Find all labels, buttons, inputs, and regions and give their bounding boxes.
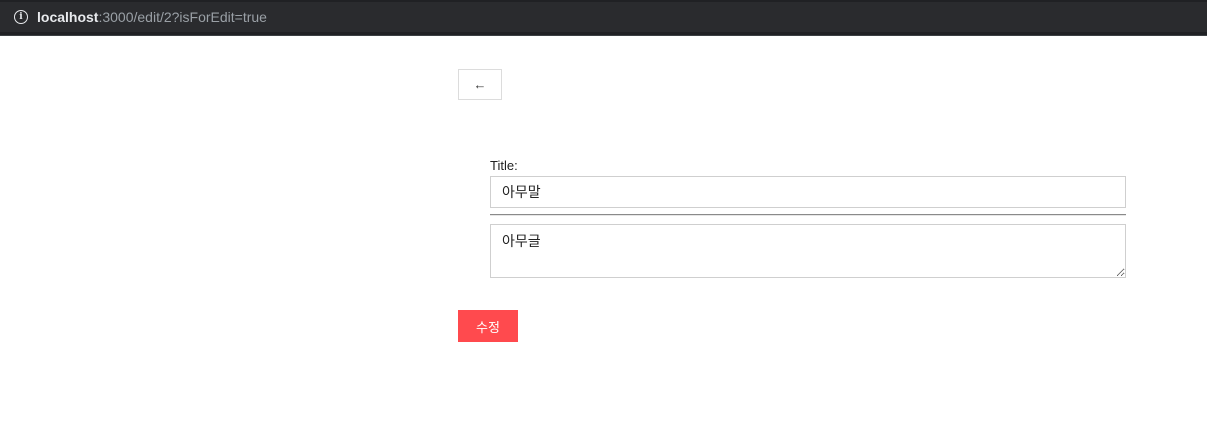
info-icon[interactable]: i — [14, 10, 28, 24]
address-bar[interactable]: i localhost:3000/edit/2?isForEdit=true — [0, 2, 1207, 32]
divider — [490, 214, 1126, 216]
url-host: localhost — [37, 9, 99, 25]
edit-submit-button[interactable]: 수정 — [458, 310, 518, 342]
title-input[interactable] — [490, 176, 1126, 208]
browser-toolbar: i localhost:3000/edit/2?isForEdit=true — [0, 0, 1207, 36]
back-button[interactable]: ← — [458, 69, 502, 100]
title-label: Title: — [490, 158, 518, 173]
body-textarea[interactable]: 아무글 — [490, 224, 1126, 278]
url-path: :3000/edit/2?isForEdit=true — [98, 9, 267, 25]
url-text[interactable]: localhost:3000/edit/2?isForEdit=true — [37, 9, 267, 25]
